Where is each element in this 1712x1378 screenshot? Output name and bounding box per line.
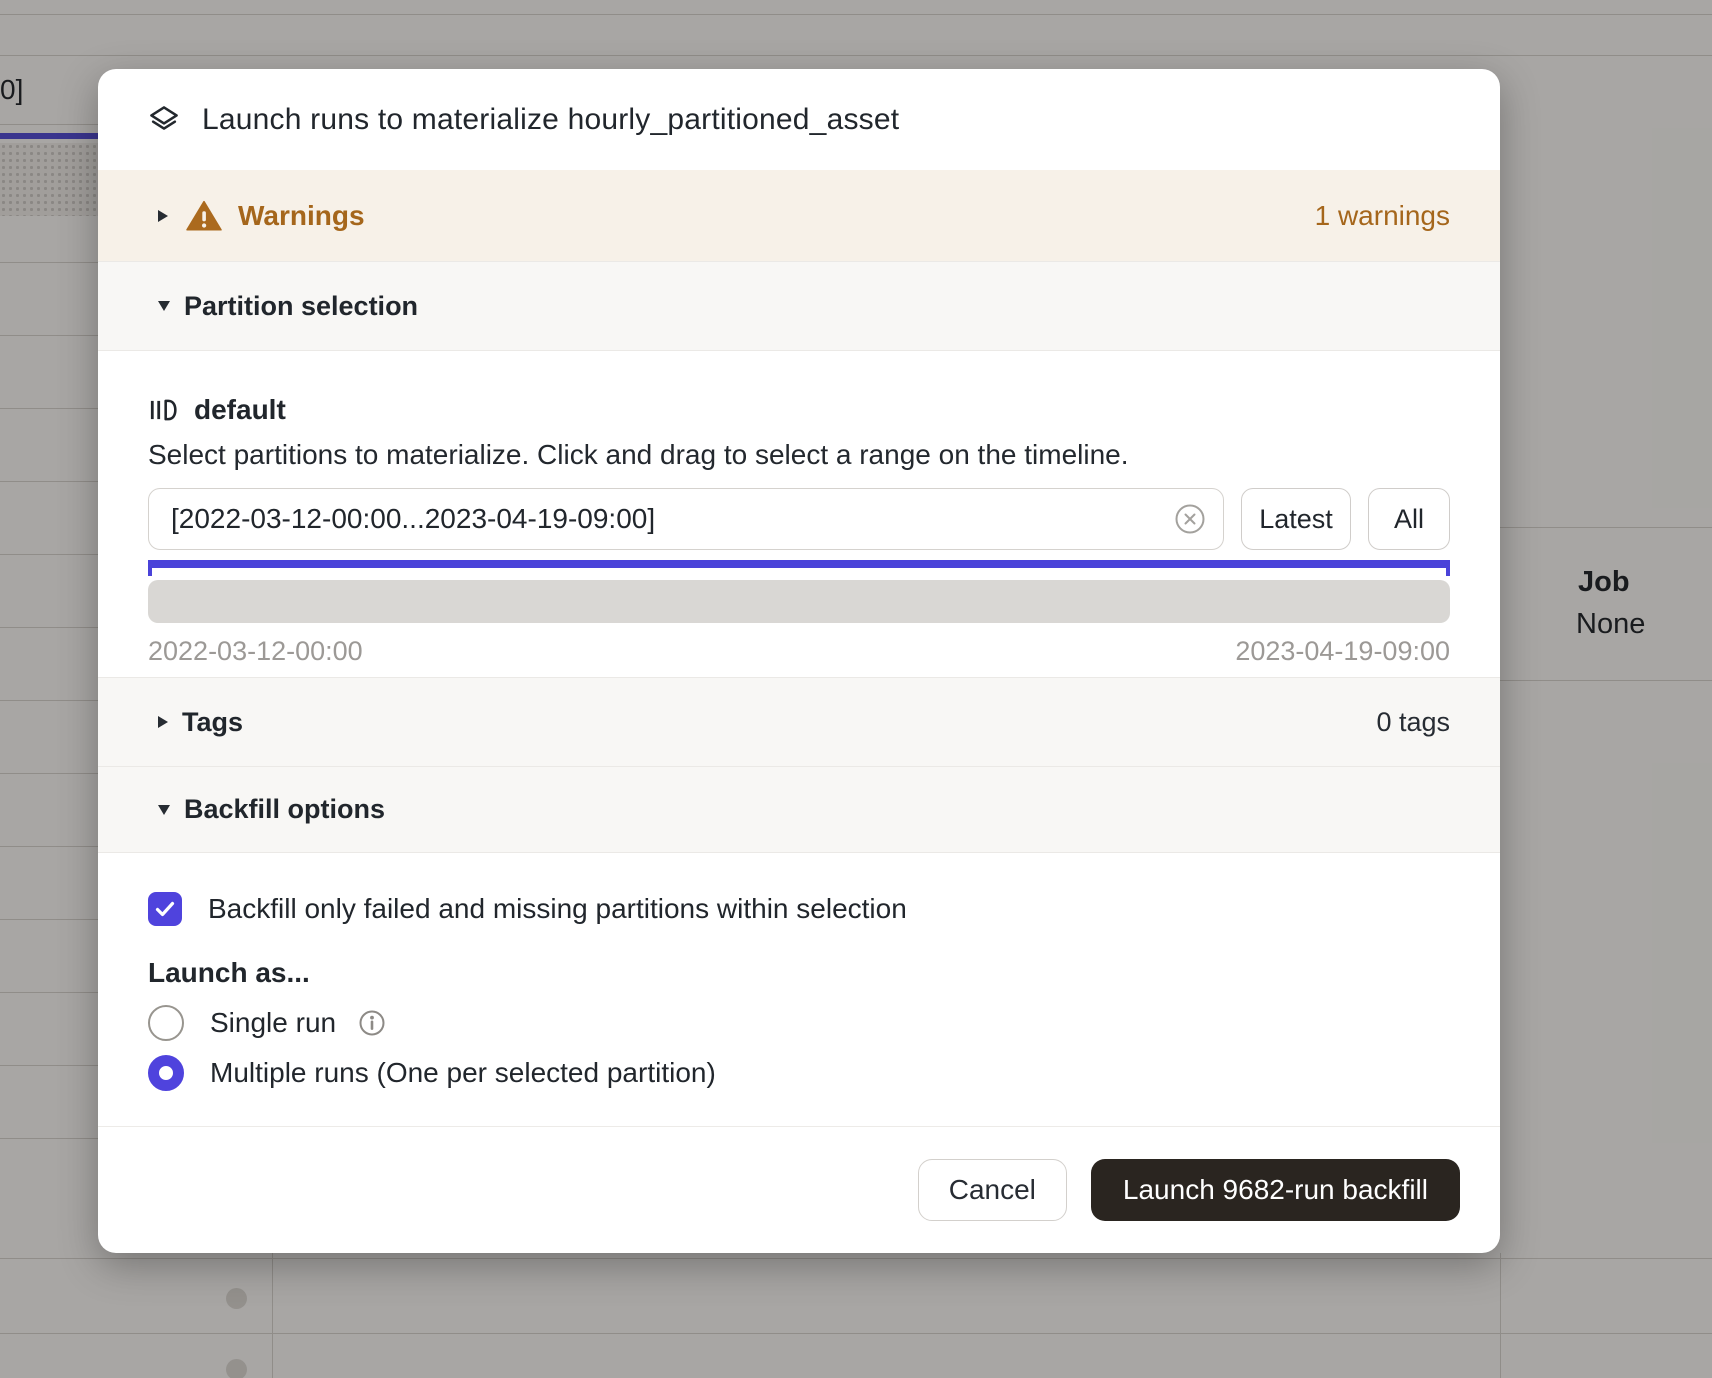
partition-selection-body: default Select partitions to materialize… bbox=[98, 351, 1500, 677]
partition-set-icon bbox=[148, 395, 178, 425]
partition-dimension-name: default bbox=[194, 394, 286, 426]
launch-backfill-button[interactable]: Launch 9682-run backfill bbox=[1091, 1159, 1460, 1221]
backfill-only-failed-label: Backfill only failed and missing partiti… bbox=[208, 893, 907, 925]
multiple-runs-radio[interactable] bbox=[148, 1055, 184, 1091]
partition-range-input[interactable] bbox=[148, 488, 1224, 550]
partition-selection-section-toggle[interactable]: Partition selection bbox=[98, 261, 1500, 351]
chevron-right-icon bbox=[158, 716, 168, 728]
chevron-down-icon bbox=[158, 805, 170, 815]
dialog-title: Launch runs to materialize hourly_partit… bbox=[202, 103, 899, 137]
backfill-options-section-toggle[interactable]: Backfill options bbox=[98, 767, 1500, 853]
partition-selection-description: Select partitions to materialize. Click … bbox=[148, 439, 1450, 473]
range-start-label: 2022-03-12-00:00 bbox=[148, 636, 363, 670]
info-icon[interactable] bbox=[358, 1009, 386, 1037]
backfill-options-body: Backfill only failed and missing partiti… bbox=[98, 853, 1500, 1126]
warnings-count: 1 warnings bbox=[1315, 200, 1450, 232]
tags-section-toggle[interactable]: Tags 0 tags bbox=[98, 677, 1500, 767]
warning-triangle-icon bbox=[186, 200, 222, 232]
dialog-header: Launch runs to materialize hourly_partit… bbox=[98, 69, 1500, 170]
single-run-radio[interactable] bbox=[148, 1005, 184, 1041]
tags-header: Tags bbox=[182, 707, 243, 738]
warnings-label: Warnings bbox=[238, 200, 365, 232]
backfill-options-header: Backfill options bbox=[184, 794, 385, 825]
latest-button[interactable]: Latest bbox=[1241, 488, 1351, 550]
single-run-label: Single run bbox=[210, 1007, 336, 1039]
dialog-footer: Cancel Launch 9682-run backfill bbox=[98, 1126, 1500, 1253]
partition-selection-range-bar[interactable] bbox=[148, 560, 1450, 568]
chevron-down-icon bbox=[158, 301, 170, 311]
tags-count: 0 tags bbox=[1376, 707, 1450, 738]
partition-selection-header: Partition selection bbox=[184, 291, 418, 322]
all-button[interactable]: All bbox=[1368, 488, 1450, 550]
partition-health-timeline[interactable] bbox=[148, 580, 1450, 623]
chevron-right-icon bbox=[158, 210, 168, 222]
clear-input-icon[interactable] bbox=[1174, 503, 1206, 535]
checkmark-icon bbox=[153, 897, 177, 921]
launch-as-label: Launch as... bbox=[148, 957, 1450, 991]
cancel-button[interactable]: Cancel bbox=[918, 1159, 1067, 1221]
materialize-asset-icon bbox=[148, 104, 180, 136]
launch-backfill-dialog: Launch runs to materialize hourly_partit… bbox=[98, 69, 1500, 1253]
multiple-runs-label: Multiple runs (One per selected partitio… bbox=[210, 1057, 716, 1089]
backfill-only-failed-checkbox[interactable] bbox=[148, 892, 182, 926]
warnings-section-toggle[interactable]: Warnings 1 warnings bbox=[98, 170, 1500, 261]
range-end-label: 2023-04-19-09:00 bbox=[1235, 636, 1450, 670]
